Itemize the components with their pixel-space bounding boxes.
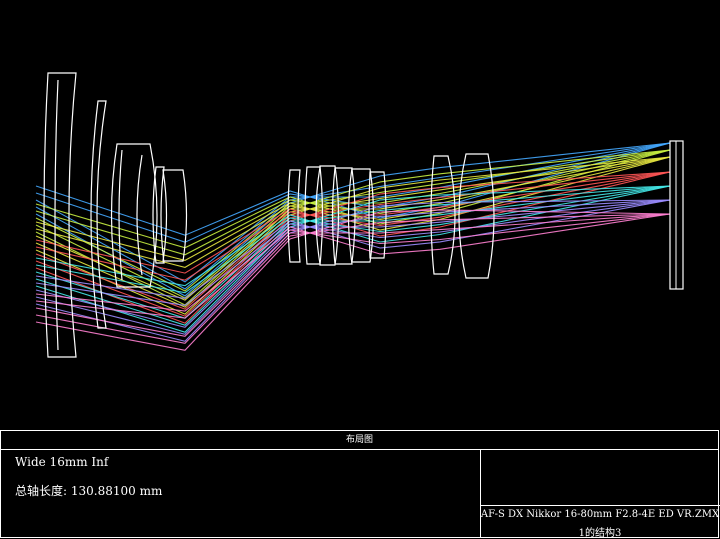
axial-length-label: 总轴长度: (15, 484, 68, 498)
optical-layout-diagram (35, 72, 684, 358)
axial-length-value: 130.88100 mm (70, 484, 163, 498)
panel-title: 布局图 (1, 431, 718, 450)
axial-length-row: 总轴长度: 130.88100 mm (15, 482, 162, 499)
ray-field-4-3 (35, 171, 671, 310)
lens-element-3 (90, 100, 107, 329)
panel-divider-horizontal (480, 505, 720, 506)
layout-info-panel: 布局图 Wide 16mm Inf 总轴长度: 130.88100 mm AF-… (0, 430, 720, 539)
ray-field-7-5 (35, 209, 671, 351)
file-name-text: AF-S DX Nikkor 16-80mm F2.8-4E ED VR.ZMX (480, 509, 720, 520)
configuration-text: Wide 16mm Inf (15, 455, 109, 469)
structure-label: 1的结构3 (578, 528, 622, 539)
lens-element-6 (136, 154, 143, 276)
lens-element-7 (152, 166, 165, 264)
